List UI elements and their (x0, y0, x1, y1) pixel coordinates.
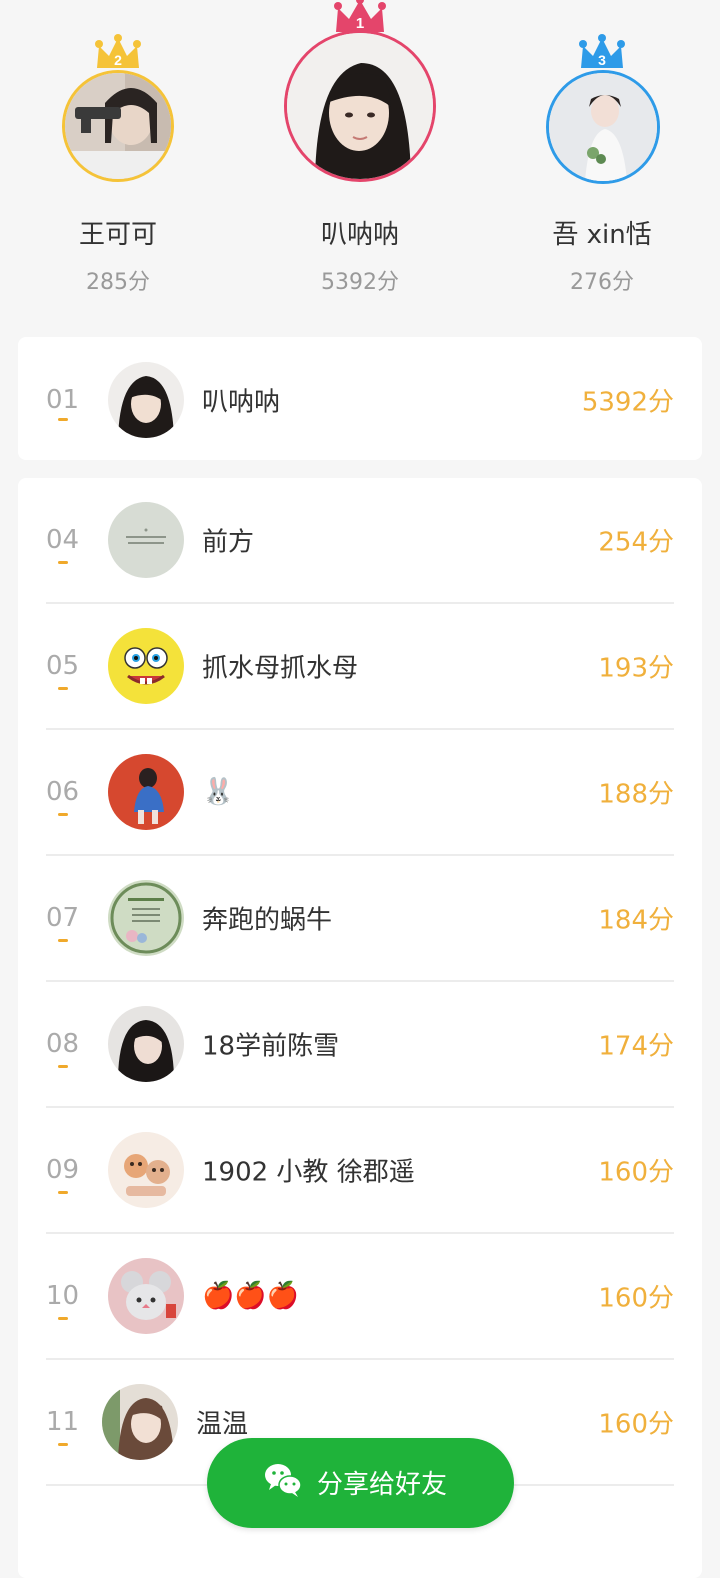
ranking-list: 04 前方 254分 05 抓水母抓水母 193分 06 🐰 188分 07 奔… (18, 478, 702, 1578)
rank-number: 04 (46, 525, 80, 555)
avatar (108, 362, 184, 438)
crown-rank-label: 2 (114, 52, 122, 68)
row-score: 174分 (598, 1031, 674, 1062)
row-name: 温温 (196, 1409, 249, 1440)
rank-number: 08 (46, 1029, 80, 1059)
rank-number: 07 (46, 903, 80, 933)
my-rank-card: 01 叭呐呐 5392分 (18, 337, 702, 460)
podium-name: 王可可 (78, 220, 157, 250)
podium-score: 5392分 (321, 270, 399, 295)
avatar (108, 1258, 184, 1334)
row-name: 1902 小教 徐郡遥 (202, 1157, 415, 1188)
rank-number: 05 (46, 651, 80, 681)
list-item[interactable]: 08 18学前陈雪 174分 (46, 982, 674, 1108)
row-name: 叭呐呐 (202, 387, 281, 418)
rank-underline (58, 813, 68, 816)
list-item[interactable]: 07 奔跑的蜗牛 184分 (46, 856, 674, 982)
crown-icon: 2 (95, 34, 141, 68)
row-score: 193分 (598, 653, 674, 684)
avatar (108, 1132, 184, 1208)
rank-underline (58, 561, 68, 564)
rank-underline (58, 1191, 68, 1194)
row-name: 抓水母抓水母 (202, 653, 359, 684)
rank-number: 10 (46, 1281, 80, 1311)
avatar (108, 754, 184, 830)
rank-number: 09 (46, 1155, 80, 1185)
avatar (546, 70, 660, 184)
avatar (102, 1384, 178, 1460)
row-name: 🍎🍎🍎 (202, 1281, 300, 1311)
row-score: 5392分 (581, 387, 674, 418)
rank-underline (58, 418, 68, 421)
rank-number: 06 (46, 777, 80, 807)
list-item[interactable]: 06 🐰 188分 (46, 730, 674, 856)
rank-underline (58, 939, 68, 942)
my-rank-row[interactable]: 01 叭呐呐 5392分 (46, 337, 674, 463)
avatar (108, 1006, 184, 1082)
rank-underline (58, 1317, 68, 1320)
rank-underline (58, 1443, 68, 1446)
crown-rank-label: 3 (598, 52, 606, 68)
podium-name: 吾 xin恬 (552, 220, 652, 250)
share-button-label: 分享给好友 (317, 1470, 448, 1500)
podium-rank-2[interactable]: 2 王可可 285分 (38, 34, 198, 304)
podium-rank-1[interactable]: 1 叭呐呐 5392分 (270, 0, 450, 300)
list-item[interactable]: 05 抓水母抓水母 193分 (46, 604, 674, 730)
list-item[interactable]: 10 🍎🍎🍎 160分 (46, 1234, 674, 1360)
avatar (62, 70, 174, 182)
avatar (108, 880, 184, 956)
rank-number: 11 (46, 1407, 80, 1437)
podium-name: 叭呐呐 (320, 220, 399, 250)
podium-score: 285分 (86, 270, 150, 295)
rank-underline (58, 687, 68, 690)
row-score: 188分 (598, 779, 674, 810)
podium-score: 276分 (570, 270, 634, 295)
row-name: 奔跑的蜗牛 (202, 905, 333, 936)
row-score: 160分 (598, 1157, 674, 1188)
list-item[interactable]: 09 1902 小教 徐郡遥 160分 (46, 1108, 674, 1234)
wechat-icon (265, 1464, 302, 1497)
podium: 2 王可可 285分 1 叭呐呐 5392分 3 吾 xin恬 276分 (0, 0, 720, 320)
avatar (108, 628, 184, 704)
avatar (108, 502, 184, 578)
row-score: 160分 (598, 1283, 674, 1314)
row-score: 254分 (598, 527, 674, 558)
rank-number: 01 (46, 385, 80, 415)
list-item[interactable]: 04 前方 254分 (46, 478, 674, 604)
row-score: 160分 (598, 1409, 674, 1440)
rank-underline (58, 1065, 68, 1068)
row-score: 184分 (598, 905, 674, 936)
share-to-friends-button[interactable]: 分享给好友 (207, 1438, 514, 1528)
row-name: 🐰 (202, 777, 235, 807)
row-name: 前方 (202, 527, 255, 558)
avatar (284, 30, 436, 182)
podium-rank-3[interactable]: 3 吾 xin恬 276分 (522, 34, 682, 304)
crown-icon: 3 (579, 34, 625, 68)
row-name: 18学前陈雪 (202, 1031, 340, 1062)
